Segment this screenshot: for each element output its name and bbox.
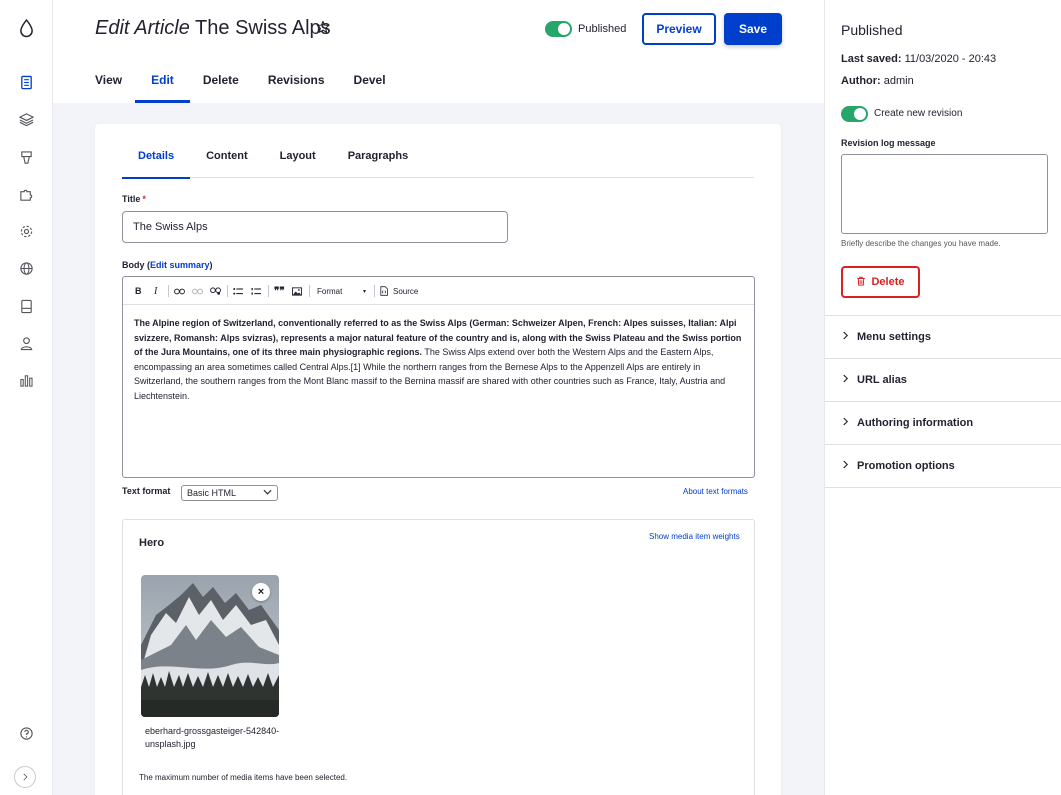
media-file-name: eberhard-grossgasteiger-542840-unsplash.… bbox=[145, 726, 280, 749]
appearance-brush-icon[interactable] bbox=[16, 147, 36, 167]
show-media-weights-link[interactable]: Show media item weights bbox=[649, 532, 740, 541]
format-chevron-icon: ▾ bbox=[363, 288, 367, 295]
title-input[interactable]: The Swiss Alps bbox=[122, 211, 508, 243]
chevron-right-icon bbox=[842, 460, 849, 487]
last-saved: Last saved: 11/03/2020 - 20:43 bbox=[841, 53, 997, 65]
structure-layers-icon[interactable] bbox=[16, 109, 36, 129]
tab-details[interactable]: Details bbox=[122, 150, 191, 179]
trash-icon bbox=[856, 276, 866, 289]
body-label: Body (Edit summary) bbox=[122, 260, 213, 270]
editor-content[interactable]: The Alpine region of Switzerland, conven… bbox=[123, 305, 754, 414]
link-icon[interactable] bbox=[174, 284, 185, 298]
title-label: Title * bbox=[122, 194, 146, 204]
page-title: Edit Article The Swiss Alps bbox=[95, 17, 331, 40]
tab-paragraphs[interactable]: Paragraphs bbox=[332, 150, 425, 178]
revision-log-help: Briefly describe the changes you have ma… bbox=[841, 239, 1001, 248]
page-title-name: The Swiss Alps bbox=[195, 17, 331, 39]
expand-toolbar-chevron-icon[interactable] bbox=[14, 766, 36, 788]
chevron-right-icon bbox=[842, 417, 849, 444]
tab-delete[interactable]: Delete bbox=[203, 62, 239, 103]
tab-layout[interactable]: Layout bbox=[264, 150, 332, 178]
help-icon[interactable] bbox=[16, 723, 36, 743]
accordion-promotion-options[interactable]: Promotion options bbox=[825, 444, 1061, 488]
revision-log-label: Revision log message bbox=[841, 138, 936, 148]
source-button[interactable]: Source bbox=[393, 284, 418, 298]
blockquote-button[interactable]: ❞❞ bbox=[274, 284, 285, 298]
numbered-list-icon[interactable] bbox=[251, 284, 261, 298]
accordion-url-alias[interactable]: URL alias bbox=[825, 358, 1061, 401]
admin-toolbar bbox=[0, 0, 53, 795]
chevron-right-icon bbox=[842, 331, 849, 358]
tab-view[interactable]: View bbox=[95, 62, 122, 103]
text-format-label: Text format bbox=[122, 486, 171, 496]
tab-revisions[interactable]: Revisions bbox=[268, 62, 325, 103]
meta-sidebar: Published Last saved: 11/03/2020 - 20:43… bbox=[824, 0, 1061, 795]
hero-title: Hero bbox=[139, 537, 165, 549]
reports-chart-icon[interactable] bbox=[16, 370, 36, 390]
save-button[interactable]: Save bbox=[724, 13, 782, 45]
required-marker: * bbox=[142, 194, 146, 204]
languages-globe-icon[interactable] bbox=[16, 258, 36, 278]
max-media-message: The maximum number of media items have b… bbox=[139, 773, 348, 782]
tab-devel[interactable]: Devel bbox=[354, 62, 386, 103]
tab-content[interactable]: Content bbox=[190, 150, 264, 178]
remove-media-button[interactable]: × bbox=[252, 583, 270, 601]
bold-button[interactable]: B bbox=[135, 284, 142, 298]
tab-edit[interactable]: Edit bbox=[135, 62, 190, 103]
about-text-formats-link[interactable]: About text formats bbox=[683, 487, 748, 496]
create-revision-toggle[interactable] bbox=[841, 106, 868, 122]
bulleted-list-icon[interactable] bbox=[233, 284, 243, 298]
hero-media-field: Hero Show media item weights × eberhard-… bbox=[122, 519, 755, 795]
published-toggle-label: Published bbox=[578, 23, 627, 35]
page-title-kind: Edit Article bbox=[95, 17, 190, 39]
edit-summary-link[interactable]: Edit summary bbox=[150, 260, 210, 270]
unlink-icon[interactable] bbox=[192, 284, 203, 298]
configuration-gear-icon[interactable] bbox=[16, 221, 36, 241]
revision-log-textarea[interactable] bbox=[841, 154, 1048, 234]
anchor-link-icon[interactable] bbox=[210, 284, 221, 298]
editor-toolbar: B I ❞❞ Format ▾ Source bbox=[123, 277, 754, 305]
primary-tabs: View Edit Delete Revisions Devel bbox=[95, 62, 415, 103]
create-revision-label: Create new revision bbox=[874, 108, 963, 119]
page-header: Edit Article The Swiss Alps Published Pr… bbox=[53, 0, 824, 103]
database-icon[interactable] bbox=[16, 296, 36, 316]
accordion-authoring-information[interactable]: Authoring information bbox=[825, 401, 1061, 444]
favorite-star-icon[interactable] bbox=[316, 20, 332, 36]
text-format-select[interactable]: Basic HTML bbox=[181, 485, 278, 501]
people-user-icon[interactable] bbox=[16, 333, 36, 353]
image-icon[interactable] bbox=[292, 284, 302, 298]
delete-button[interactable]: Delete bbox=[841, 266, 920, 298]
content-icon[interactable] bbox=[16, 72, 36, 92]
accordion-menu-settings[interactable]: Menu settings bbox=[825, 315, 1061, 358]
format-dropdown[interactable]: Format bbox=[317, 284, 342, 298]
preview-button[interactable]: Preview bbox=[642, 13, 716, 45]
publish-status: Published bbox=[841, 22, 903, 38]
drupal-logo-icon[interactable] bbox=[16, 18, 36, 38]
published-toggle[interactable] bbox=[545, 21, 572, 37]
source-icon[interactable] bbox=[380, 284, 388, 298]
chevron-down-icon bbox=[263, 488, 272, 497]
body-editor: B I ❞❞ Format ▾ Source The Alpine region… bbox=[122, 276, 755, 478]
form-section-tabs: Details Content Layout Paragraphs bbox=[122, 150, 754, 179]
italic-button[interactable]: I bbox=[154, 284, 157, 298]
author: Author: admin bbox=[841, 75, 914, 87]
edit-form-card: Details Content Layout Paragraphs Title *… bbox=[95, 124, 781, 795]
chevron-right-icon bbox=[842, 374, 849, 401]
extend-puzzle-icon[interactable] bbox=[16, 184, 36, 204]
